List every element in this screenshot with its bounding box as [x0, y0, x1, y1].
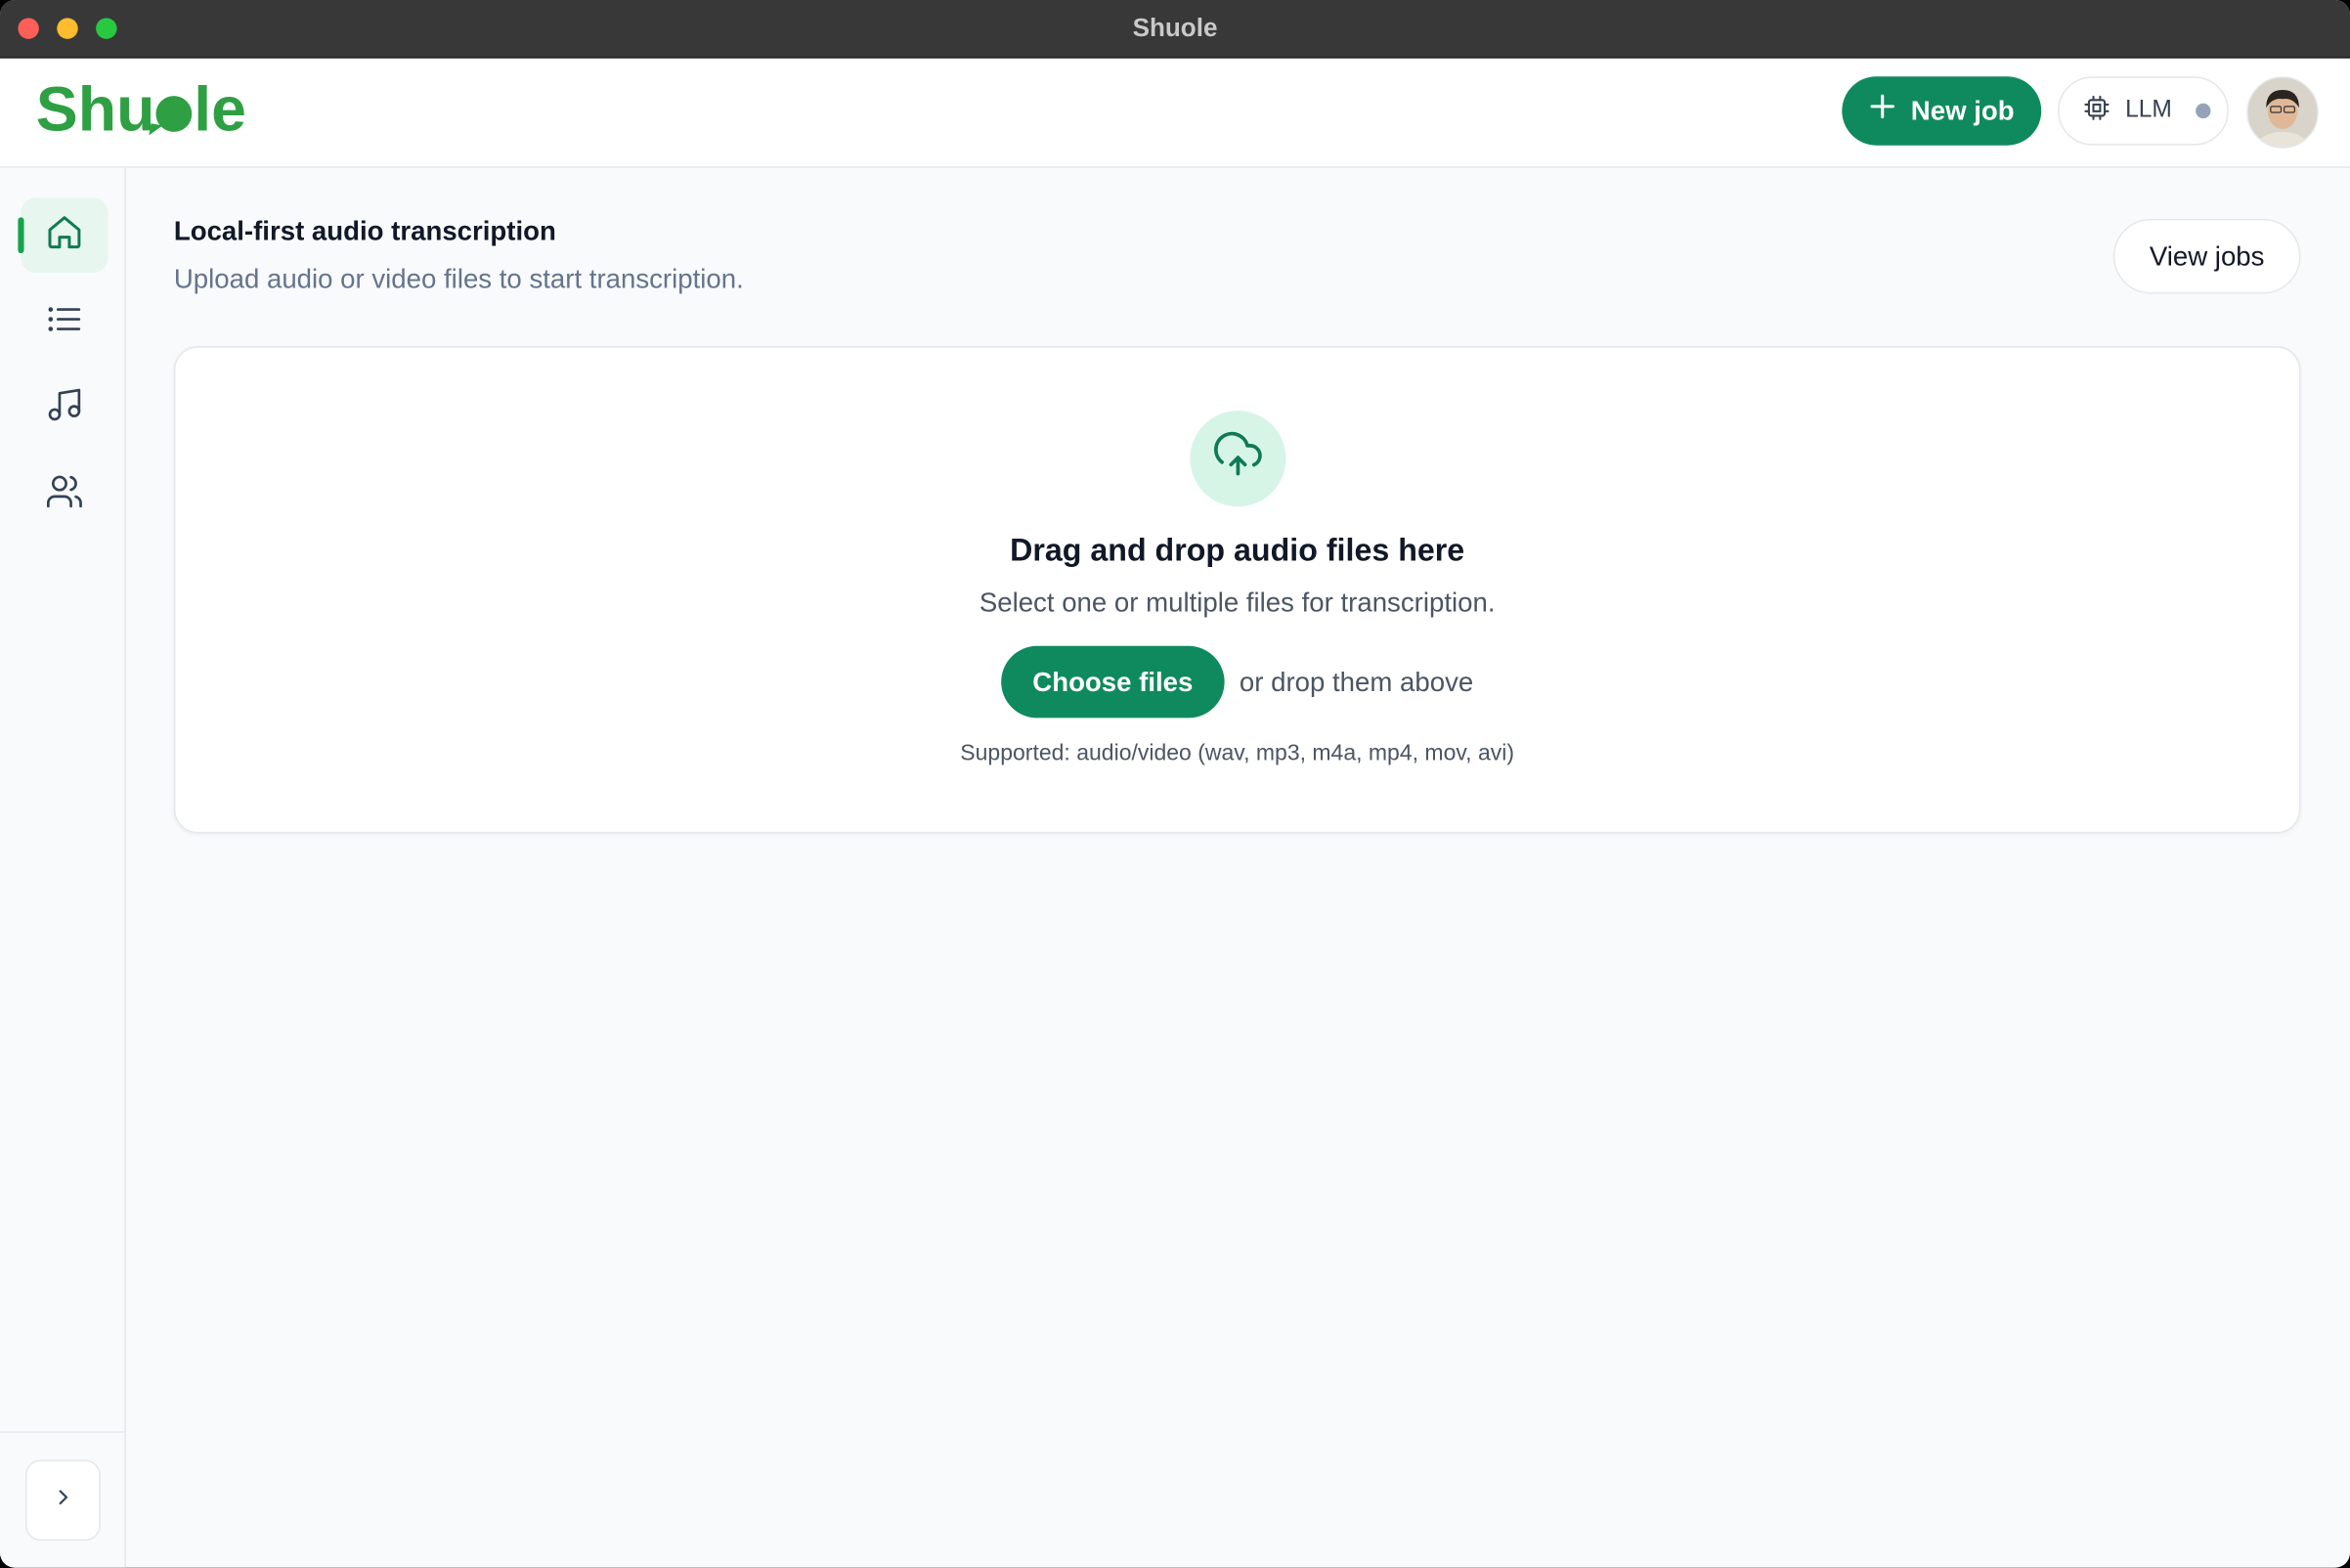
- new-job-button[interactable]: New job: [1842, 76, 2042, 146]
- sidebar-item-audio[interactable]: [21, 370, 108, 446]
- cloud-upload-icon: [1214, 431, 1262, 487]
- sidebar-item-speakers[interactable]: [21, 457, 108, 533]
- llm-label: LLM: [2125, 97, 2172, 123]
- title-bar: Shuole: [0, 0, 2350, 59]
- plus-icon: [1869, 92, 1896, 128]
- view-jobs-button[interactable]: View jobs: [2112, 218, 2301, 294]
- expand-sidebar-button[interactable]: [25, 1459, 101, 1542]
- dropzone-actions: Choose files or drop them above: [175, 645, 2299, 719]
- active-indicator: [18, 217, 24, 254]
- users-icon: [45, 471, 84, 518]
- file-dropzone[interactable]: Drag and drop audio files here Select on…: [173, 346, 2301, 834]
- home-icon: [45, 212, 84, 259]
- cpu-chip-icon: [2083, 94, 2111, 128]
- app-window: Shuole Shu le New job LLM Local-first au…: [0, 0, 2350, 1568]
- choose-files-button[interactable]: Choose files: [1001, 645, 1225, 719]
- sidebar-item-jobs[interactable]: [21, 284, 108, 360]
- dropzone-subtitle: Select one or multiple files for transcr…: [979, 588, 1496, 618]
- upload-icon-badge: [1190, 411, 1286, 507]
- dropzone-title: Drag and drop audio files here: [1010, 533, 1465, 569]
- llm-status-button[interactable]: LLM: [2058, 76, 2229, 146]
- new-job-label: New job: [1910, 95, 2015, 126]
- supported-formats-text: Supported: audio/video (wav, mp3, m4a, m…: [960, 740, 1515, 766]
- music-note-icon: [45, 384, 84, 431]
- page-title: Local-first audio transcription: [173, 215, 556, 246]
- page-subtitle: Upload audio or video files to start tra…: [173, 263, 744, 294]
- window-title: Shuole: [1132, 13, 1218, 42]
- app-header: Shu le New job LLM: [0, 58, 2350, 168]
- sidebar-divider: [0, 1431, 125, 1433]
- list-icon: [45, 299, 84, 346]
- sidebar: [0, 167, 126, 1568]
- user-avatar[interactable]: [2246, 76, 2319, 149]
- llm-status-dot: [2196, 103, 2211, 119]
- logo[interactable]: Shu le: [36, 73, 246, 146]
- chevron-right-icon: [53, 1486, 73, 1514]
- sidebar-item-home[interactable]: [21, 197, 109, 274]
- drop-hint-text: or drop them above: [1239, 666, 1474, 697]
